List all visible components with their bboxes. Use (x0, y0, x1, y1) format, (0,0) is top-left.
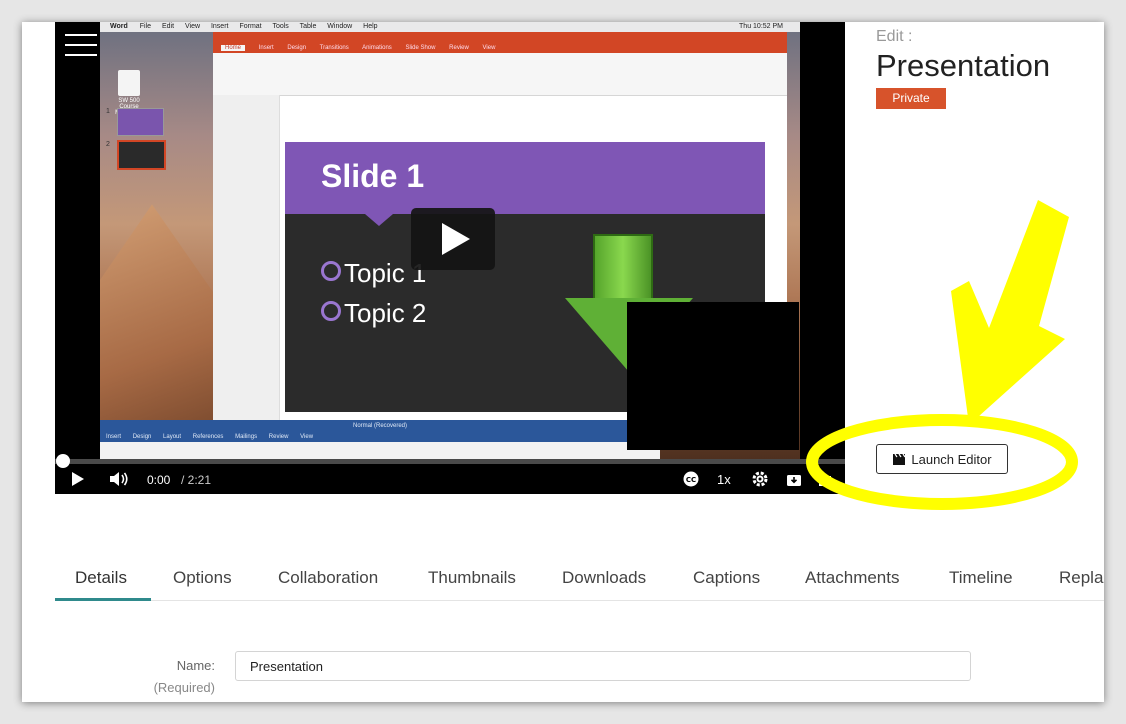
launch-editor-label: Launch Editor (911, 451, 992, 467)
tab-collaboration[interactable]: Collaboration (278, 568, 378, 588)
tab-thumbnails[interactable]: Thumbnails (428, 568, 516, 588)
tab-downloads[interactable]: Downloads (562, 568, 646, 588)
page-frame: SW 500 Course Map_docx Word File Edit Vi… (22, 22, 1104, 702)
tab-details[interactable]: Details (75, 568, 127, 588)
clapperboard-icon (893, 453, 906, 465)
tab-replace[interactable]: Repla (1059, 568, 1103, 588)
tab-options[interactable]: Options (173, 568, 232, 588)
highlight-arrow (951, 200, 1069, 425)
required-label: (Required) (153, 680, 215, 695)
active-tab-underline (55, 598, 151, 601)
tab-captions[interactable]: Captions (693, 568, 760, 588)
launch-editor-button[interactable]: Launch Editor (876, 444, 1008, 474)
tab-timeline[interactable]: Timeline (949, 568, 1013, 588)
name-label: Name: (176, 658, 215, 673)
tab-bar: Details Options Collaboration Thumbnails… (55, 552, 1104, 601)
tab-attachments[interactable]: Attachments (805, 568, 900, 588)
name-input[interactable] (235, 651, 971, 681)
